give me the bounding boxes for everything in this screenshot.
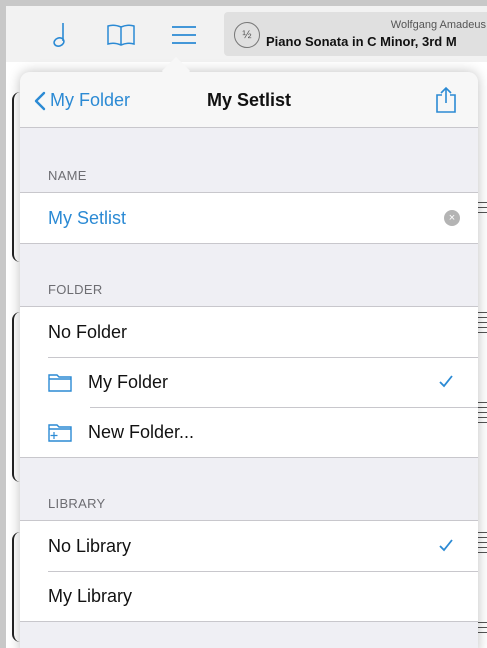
score-title-box[interactable]: ½ Wolfgang Amadeus Piano Sonata in C Min… [224,12,487,56]
library-option-my-library[interactable]: My Library [20,571,478,621]
app-window: ½ Wolfgang Amadeus Piano Sonata in C Min… [6,6,487,648]
new-folder-icon [48,424,72,442]
folder-option-none[interactable]: No Folder [20,307,478,357]
setlist-name-input[interactable] [48,207,428,229]
setlist-popover: My Folder My Setlist NAME × FOLDER No Fo… [20,72,478,648]
toolbar: ½ Wolfgang Amadeus Piano Sonata in C Min… [6,6,487,62]
folder-option-my-folder[interactable]: My Folder [20,357,478,407]
name-group: × [20,192,478,244]
folder-section-header: FOLDER [48,282,103,297]
library-group: No Library My Library [20,520,478,622]
popover-nav-bar: My Folder My Setlist [20,72,478,128]
folder-option-label: My Folder [88,371,169,392]
checkmark-icon [439,539,453,552]
music-note-icon[interactable] [46,20,76,50]
library-option-label: No Library [48,535,132,556]
folder-group: No Folder My Folder New Folder... [20,306,478,458]
library-option-none[interactable]: No Library [20,521,478,571]
checkmark-icon [439,375,453,388]
share-icon[interactable] [434,86,458,114]
popover-title: My Setlist [206,90,292,110]
composer-name: Wolfgang Amadeus [390,19,486,31]
library-option-label: My Library [48,585,133,606]
library-section-header: LIBRARY [48,496,106,511]
menu-icon[interactable] [169,20,199,50]
clear-icon[interactable]: × [444,210,460,226]
name-row[interactable]: × [20,193,478,243]
new-folder-label: New Folder... [88,421,195,442]
half-page-badge[interactable]: ½ [234,22,260,48]
book-icon[interactable] [106,20,136,50]
piece-title: Piano Sonata in C Minor, 3rd M [266,34,457,49]
folder-icon [48,374,72,392]
name-section-header: NAME [48,168,87,183]
new-folder-button[interactable]: New Folder... [20,407,478,457]
folder-option-label: No Folder [48,321,128,342]
